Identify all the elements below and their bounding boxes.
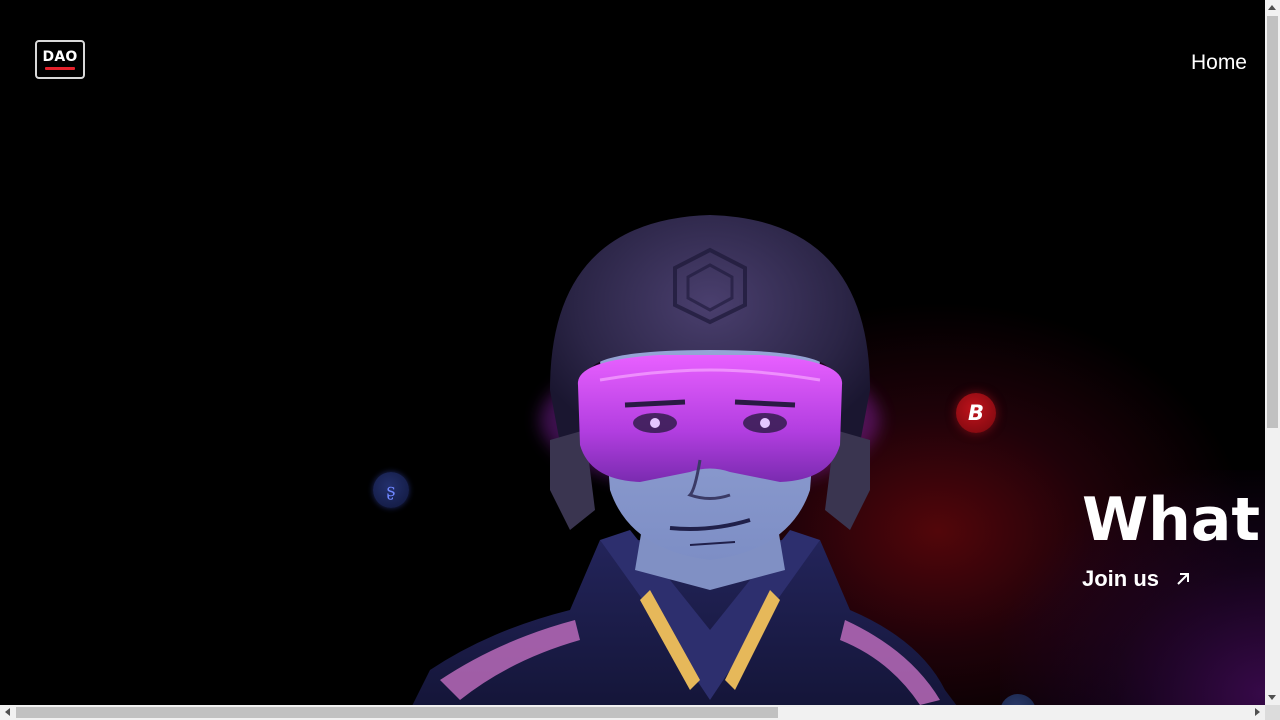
horizontal-scroll-thumb[interactable] <box>16 707 778 718</box>
b-token-letter: B <box>967 401 984 425</box>
blue-token-glyph: ʂ <box>386 479 396 501</box>
join-us-label: Join us <box>1082 566 1160 591</box>
scroll-down-icon[interactable] <box>1268 695 1276 700</box>
hero-headline: What is <box>1082 485 1265 555</box>
join-us-button[interactable]: Join us <box>1082 566 1191 592</box>
logo-text: DAO <box>42 48 78 65</box>
logo-underline <box>45 66 75 70</box>
scrollbar-corner <box>1265 705 1280 720</box>
hero-character-illustration <box>412 215 957 705</box>
b-token-icon: B <box>956 393 996 433</box>
vertical-scrollbar[interactable] <box>1265 0 1280 705</box>
scroll-left-icon[interactable] <box>5 708 10 716</box>
nav-home-link[interactable]: Home <box>1191 51 1247 75</box>
scroll-right-icon[interactable] <box>1255 708 1260 716</box>
scroll-up-icon[interactable] <box>1268 5 1276 10</box>
arrow-up-right-icon <box>1177 573 1190 585</box>
dao-logo-button[interactable]: DAO <box>35 40 85 79</box>
page-viewport: DAO Home ʂ B What Join us <box>0 0 1265 705</box>
horizontal-scrollbar[interactable] <box>0 705 1265 720</box>
vertical-scroll-thumb[interactable] <box>1267 16 1278 428</box>
